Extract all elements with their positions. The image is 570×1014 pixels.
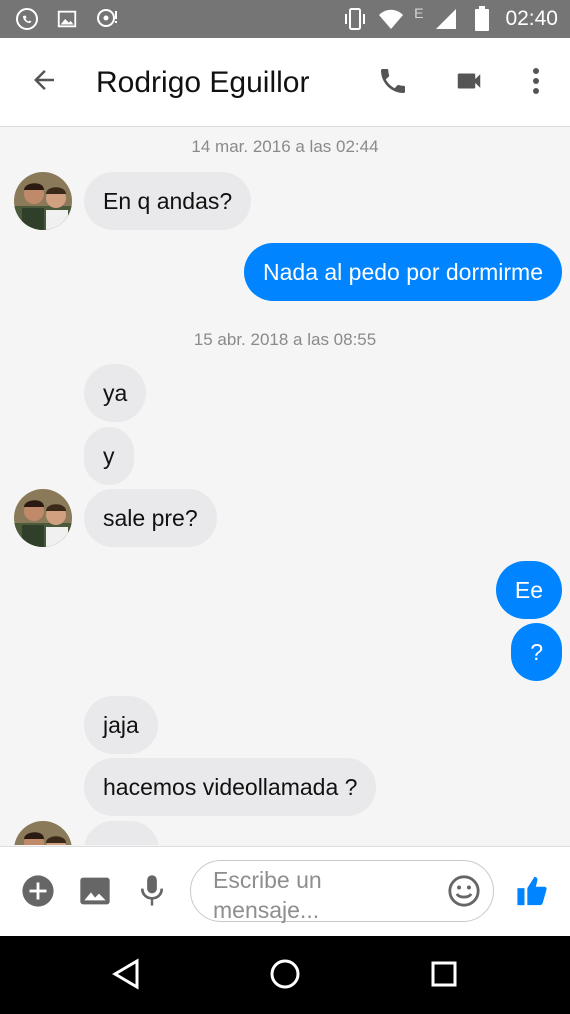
voice-message-button[interactable] xyxy=(132,873,172,913)
network-type: E xyxy=(414,5,424,21)
message-placeholder: Escribe un mensaje... xyxy=(213,867,322,923)
like-button[interactable] xyxy=(513,873,553,913)
back-arrow-icon xyxy=(29,65,59,100)
message-incoming[interactable]: esa xyxy=(84,821,160,845)
add-button[interactable] xyxy=(18,873,58,913)
nav-back-button[interactable] xyxy=(106,956,146,996)
contact-avatar[interactable] xyxy=(14,172,72,230)
wifi-icon xyxy=(378,6,404,32)
gallery-button[interactable] xyxy=(75,873,115,913)
battery-icon xyxy=(469,6,495,32)
back-button[interactable] xyxy=(22,60,66,104)
message-list[interactable]: 14 mar. 2016 a las 02:44 En q andas? Nad… xyxy=(0,127,570,845)
clock: 02:40 xyxy=(505,7,558,30)
message-incoming[interactable]: sale pre? xyxy=(84,489,217,547)
message-incoming[interactable]: y xyxy=(84,427,134,485)
message-outgoing[interactable]: Ee xyxy=(495,561,562,619)
signal-icon xyxy=(433,6,459,32)
emoji-button[interactable] xyxy=(447,874,483,910)
image-notification-icon xyxy=(54,6,80,32)
more-vert-icon xyxy=(532,67,540,100)
more-options-button[interactable] xyxy=(516,62,556,104)
message-composer: Escribe un mensaje... xyxy=(0,846,570,937)
thumbs-up-icon xyxy=(516,874,550,913)
timestamp: 15 abr. 2018 a las 08:55 xyxy=(193,330,377,349)
contact-avatar[interactable] xyxy=(14,821,72,845)
emoji-icon xyxy=(447,875,481,912)
contact-avatar[interactable] xyxy=(14,489,72,547)
timestamp: 14 mar. 2016 a las 02:44 xyxy=(191,137,379,156)
phone-icon xyxy=(377,65,409,102)
video-call-button[interactable] xyxy=(448,62,490,104)
message-incoming[interactable]: En q andas? xyxy=(84,172,252,230)
status-bar: E 02:40 xyxy=(0,0,570,38)
microphone-icon xyxy=(139,874,165,913)
system-nav-bar xyxy=(0,936,570,1014)
message-incoming[interactable]: jaja xyxy=(84,696,158,754)
video-camera-icon xyxy=(452,66,486,101)
add-circle-icon xyxy=(21,874,55,913)
message-input[interactable]: Escribe un mensaje... xyxy=(190,860,494,923)
nav-recents-icon xyxy=(429,959,459,994)
nav-home-icon xyxy=(268,957,302,996)
message-incoming[interactable]: ya xyxy=(84,364,147,422)
message-outgoing[interactable]: Nada al pedo por dormirme xyxy=(244,243,562,301)
whatsapp-icon xyxy=(14,6,40,32)
message-outgoing[interactable]: ? xyxy=(511,623,562,681)
nav-home-button[interactable] xyxy=(265,956,305,996)
conversation-header: Rodrigo Eguillor xyxy=(0,38,570,127)
nav-recents-button[interactable] xyxy=(424,956,464,996)
vibrate-icon xyxy=(342,6,368,32)
voice-call-button[interactable] xyxy=(372,62,414,104)
contact-name[interactable]: Rodrigo Eguillor xyxy=(96,66,309,100)
image-icon xyxy=(79,876,111,911)
message-incoming[interactable]: hacemos videollamada ? xyxy=(84,758,377,816)
nav-back-icon xyxy=(111,957,141,995)
chat-notification-icon xyxy=(94,6,120,32)
